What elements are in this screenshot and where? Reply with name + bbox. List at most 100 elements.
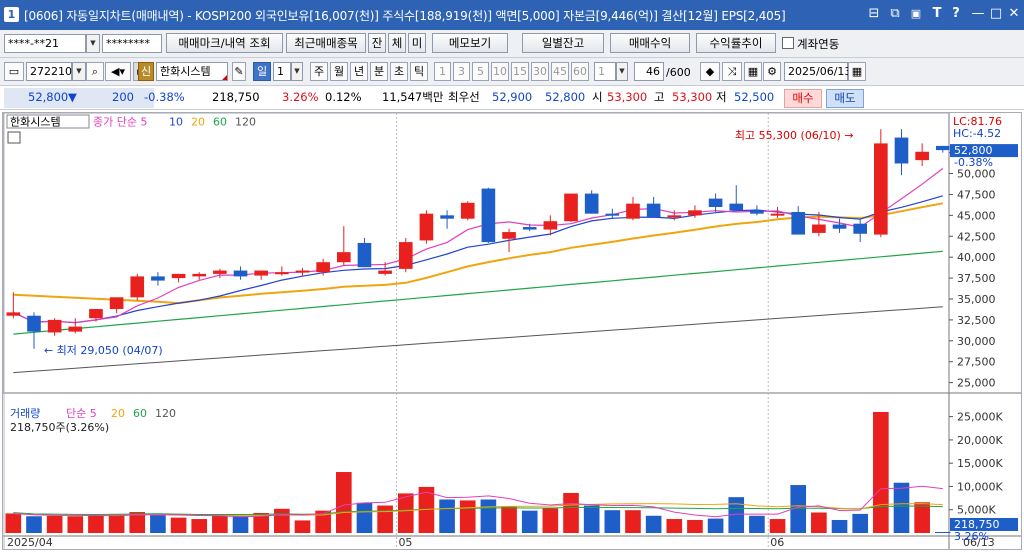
volume-bar	[294, 520, 311, 533]
best-bid: 52,900	[492, 90, 533, 104]
candle-body	[915, 151, 929, 161]
trade-profit-button[interactable]: 매매수익	[610, 33, 690, 53]
date-field[interactable]: 2025/06/13	[784, 62, 851, 81]
candle-body	[522, 227, 537, 230]
candle-body	[213, 270, 227, 274]
lock-icon[interactable]: ▣	[908, 6, 924, 22]
volume-tick-label: 20,000K	[957, 434, 1003, 447]
help-icon[interactable]: ?	[948, 6, 964, 22]
calendar-icon[interactable]: ▦	[848, 62, 866, 81]
restore-icon[interactable]: ⧉	[887, 6, 903, 22]
corner-mark-icon	[222, 75, 227, 80]
candle-body	[853, 223, 867, 234]
date-label: 06	[770, 536, 784, 549]
sound-icon[interactable]: ◀▾	[105, 62, 131, 81]
minute-45-button[interactable]: 45	[551, 62, 569, 81]
candle-body	[336, 252, 351, 263]
stock-code-field[interactable]: 272210	[26, 62, 72, 81]
account-dropdown-icon[interactable]: ▼	[86, 34, 100, 53]
balance-button[interactable]: 잔	[368, 33, 386, 53]
stock-toolbar: ▭ 272210 ▼ ⌕ ◀▾ ▸ 신 한화시스템 ✎ 일 1 ▼ 주 월 년 …	[0, 58, 1024, 86]
period-yearly-tab[interactable]: 년	[350, 62, 368, 81]
minute-15-button[interactable]: 15	[511, 62, 529, 81]
volume-bar	[666, 519, 683, 533]
volume-bar	[459, 500, 476, 533]
volume-bar	[914, 502, 930, 533]
vol-legend-ma-60: 60	[133, 407, 147, 420]
return-trend-button[interactable]: 수익률추이	[696, 33, 776, 53]
period-second-tab[interactable]: 초	[390, 62, 408, 81]
indicator-icon[interactable]: ◆	[700, 62, 720, 81]
period-dropdown-icon[interactable]: ▼	[291, 62, 303, 81]
minute-30-button[interactable]: 30	[531, 62, 549, 81]
candle-body	[502, 232, 516, 239]
volume-bar	[191, 519, 208, 533]
memo-button[interactable]: 메모보기	[432, 33, 508, 53]
candle-body	[27, 315, 41, 332]
minimize-icon[interactable]: —	[970, 6, 986, 22]
window-title: [0606] 자동일지차트(매매내역) - KOSPI200 외국인보유[16,…	[24, 9, 786, 23]
volume-bar	[170, 517, 187, 533]
maximize-icon[interactable]: □	[988, 6, 1004, 22]
candle-body	[233, 270, 248, 277]
gear-icon[interactable]: ⚙	[763, 62, 781, 81]
candle-body	[378, 270, 392, 274]
period-monthly-tab[interactable]: 월	[330, 62, 348, 81]
period-daily-tab[interactable]: 일	[253, 62, 271, 81]
candle-body	[419, 213, 434, 241]
edit-icon[interactable]: ✎	[232, 62, 246, 81]
code-dropdown-icon[interactable]: ▼	[72, 62, 86, 81]
volume-tick-label: 25,000K	[957, 411, 1003, 424]
minute-3-button[interactable]: 3	[453, 62, 470, 81]
sell-button[interactable]: 매도	[826, 89, 864, 108]
account-field[interactable]: ****-**21	[4, 34, 86, 53]
minute-10-button[interactable]: 10	[491, 62, 509, 81]
price-volume-chart[interactable]: 52,50050,00047,50045,00042,50040,00037,5…	[3, 113, 1021, 549]
candle-count-field[interactable]: 46	[634, 62, 664, 81]
minute-5-button[interactable]: 5	[472, 62, 489, 81]
grid-icon[interactable]: ▦	[744, 62, 762, 81]
minute-60-button[interactable]: 60	[571, 62, 589, 81]
volume-bar	[232, 516, 249, 533]
trade-mark-query-button[interactable]: 매매마크/내역 조회	[166, 33, 283, 53]
stock-name-field[interactable]: 한화시스템	[156, 62, 228, 81]
period-weekly-tab[interactable]: 주	[310, 62, 328, 81]
filled-button[interactable]: 체	[388, 33, 406, 53]
password-field[interactable]: ********	[102, 34, 162, 53]
unfilled-button[interactable]: 미	[408, 33, 426, 53]
candle-body	[460, 202, 475, 219]
recent-trades-button[interactable]: 최근매매종목	[286, 33, 366, 53]
close-icon[interactable]: ✕	[1006, 6, 1022, 22]
candle-body	[646, 203, 661, 218]
price-tick-label: 37,500	[957, 272, 996, 285]
candle-body	[130, 276, 145, 298]
period-minute-tab[interactable]: 분	[370, 62, 388, 81]
search-icon[interactable]: ⌕	[86, 62, 104, 81]
legend-ma-120: 120	[235, 116, 256, 129]
high-price: 53,300	[672, 90, 713, 104]
account-link-checkbox[interactable]	[782, 37, 794, 49]
candle-body	[481, 188, 496, 243]
volume-bar	[67, 516, 84, 533]
period-tick-tab[interactable]: 틱	[410, 62, 428, 81]
candle-body	[874, 143, 888, 235]
date-label: 2025/04	[7, 536, 53, 549]
minute-dropdown-icon[interactable]: ▼	[616, 62, 628, 81]
minute-1-button[interactable]: 1	[434, 62, 451, 81]
text-icon[interactable]: T	[929, 6, 945, 22]
candle-body	[894, 137, 909, 164]
daily-balance-button[interactable]: 일별잔고	[522, 33, 604, 53]
layout-icon[interactable]: ▭	[4, 62, 24, 81]
low-label: 저	[716, 90, 727, 104]
buy-button[interactable]: 매수	[784, 89, 822, 108]
compare-icon[interactable]: ⤨	[722, 62, 742, 81]
window-tile-icon[interactable]: ⊟	[866, 6, 882, 22]
low-annotation: ← 최저 29,050 (04/07)	[44, 344, 163, 357]
volume-bar	[563, 492, 579, 533]
chart-area[interactable]: 52,50050,00047,50045,00042,50040,00037,5…	[2, 112, 1022, 550]
open-price: 53,300	[607, 90, 648, 104]
minute-number-field[interactable]: 1	[594, 62, 616, 81]
period-number-field[interactable]: 1	[273, 62, 291, 81]
new-stock-badge: 신	[138, 62, 154, 81]
price-tick-label: 32,500	[957, 314, 996, 327]
